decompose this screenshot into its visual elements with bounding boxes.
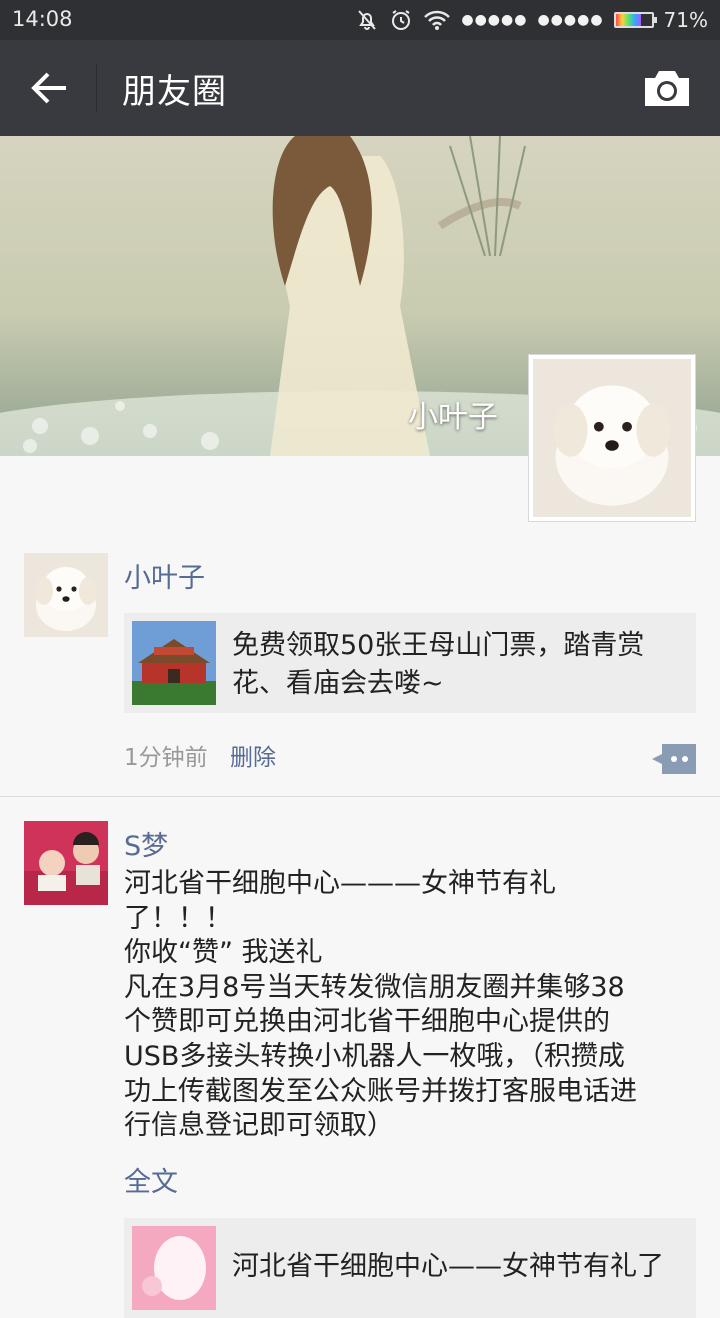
post-time: 1分钟前: [124, 745, 208, 771]
link-thumbnail: [132, 1226, 216, 1310]
post-avatar[interactable]: [24, 553, 108, 637]
temple-thumbnail-image: [132, 621, 216, 705]
cover-user-name: 小叶子: [408, 400, 498, 435]
back-arrow-icon: [31, 72, 66, 104]
shared-link-card[interactable]: 免费领取50张王母山门票，踏青赏 花、看庙会去喽~: [124, 613, 696, 713]
puppy-avatar-image: [533, 359, 691, 517]
link-thumbnail: [132, 621, 216, 705]
signal-strength-sim1: ●●●●●: [461, 12, 528, 28]
mute-bell-icon: [358, 10, 377, 30]
link-title: 免费领取50张王母山门票，踏青赏 花、看庙会去喽~: [232, 630, 645, 699]
camera-button[interactable]: [642, 66, 692, 110]
post-nickname[interactable]: S梦: [124, 824, 168, 863]
status-icons: ●●●●● ●●●●● 71%: [355, 6, 708, 34]
battery-percent: 71%: [663, 8, 708, 32]
alarm-icon: [392, 10, 411, 30]
battery-icon: [613, 12, 657, 28]
post-divider: [0, 796, 720, 797]
post-text: 河北省干细胞中心———女神节有礼 了！！！ 你收“赞” 我送礼 凡在3月8号当天…: [124, 868, 637, 1142]
link-title: 河北省干细胞中心——女神节有礼了: [232, 1251, 664, 1282]
wifi-icon: [424, 10, 451, 30]
babies-avatar-image: [24, 821, 108, 905]
delete-link[interactable]: 删除: [230, 738, 276, 772]
comment-icon: [652, 744, 696, 774]
action-bar: 朋友圈: [0, 40, 720, 136]
comment-button[interactable]: [652, 744, 696, 774]
post-avatar[interactable]: [24, 821, 108, 905]
puppy-avatar-image: [24, 553, 108, 637]
camera-icon: [645, 71, 689, 106]
back-button[interactable]: [22, 60, 78, 116]
header-divider: [96, 64, 97, 112]
status-bar: 14:08 ●●●●● ●●●●● 71%: [0, 0, 720, 40]
signal-strength-sim2: ●●●●●: [537, 12, 604, 28]
status-time: 14:08: [12, 7, 73, 31]
page-title: 朋友圈: [122, 72, 227, 112]
full-text-link[interactable]: 全文: [124, 1160, 178, 1199]
shared-link-card[interactable]: 河北省干细胞中心——女神节有礼了: [124, 1218, 696, 1318]
womens-day-thumbnail-image: [132, 1226, 216, 1310]
post-nickname[interactable]: 小叶子: [124, 556, 205, 595]
my-avatar[interactable]: [528, 354, 696, 522]
